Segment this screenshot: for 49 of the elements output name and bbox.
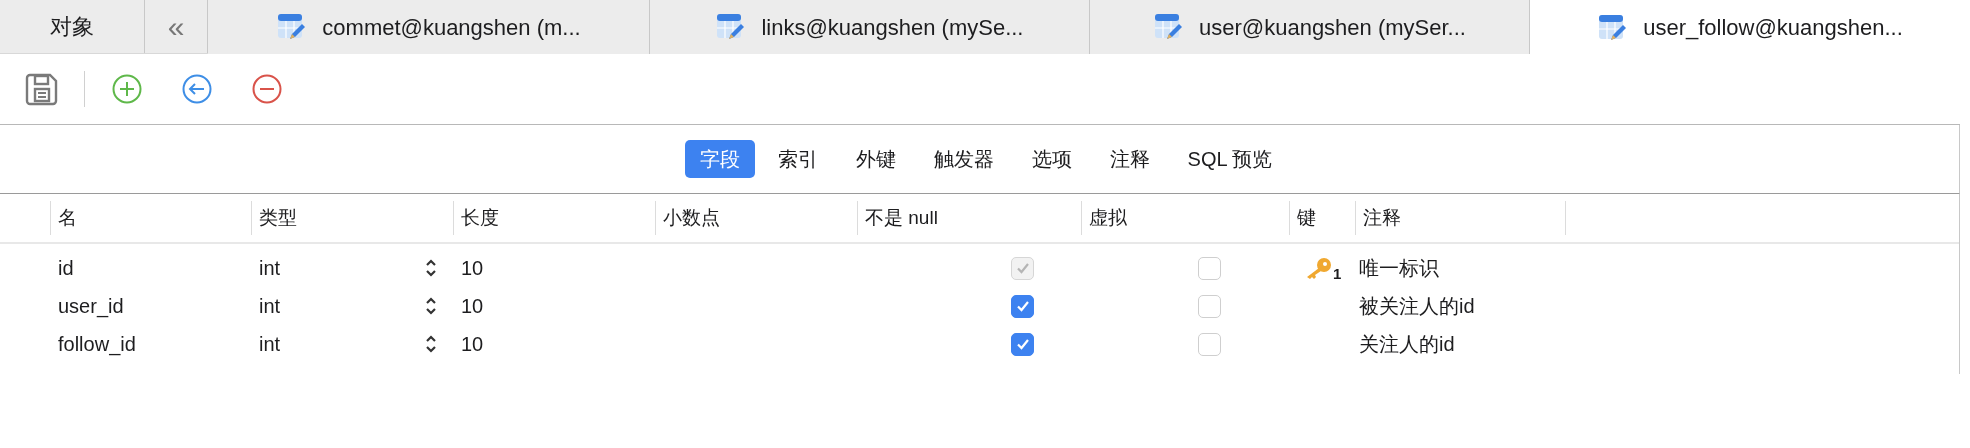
table-edit-icon <box>1153 12 1184 42</box>
field-comment: 被关注人的id <box>1359 294 1475 319</box>
key-icon <box>1305 257 1333 279</box>
document-tab[interactable]: commet@kuangshen (m... <box>208 0 650 54</box>
document-tab[interactable]: user_follow@kuangshen... <box>1530 0 1970 55</box>
object-tab[interactable]: 对象 <box>0 0 145 53</box>
key-number: 1 <box>1333 263 1342 284</box>
field-name: follow_id <box>58 332 136 358</box>
field-type: int <box>259 294 281 319</box>
field-type: int <box>259 332 281 357</box>
column-header: 类型 <box>259 205 297 230</box>
section-tab[interactable]: 字段 <box>684 140 755 178</box>
section-tab[interactable]: 注释 <box>1094 140 1165 178</box>
column-header: 注释 <box>1363 205 1401 230</box>
field-comment: 关注人的id <box>1359 332 1455 357</box>
field-length: 10 <box>461 332 484 357</box>
table-edit-icon <box>715 12 746 42</box>
section-tab[interactable]: 触发器 <box>918 140 1009 178</box>
stepper-icon[interactable] <box>425 257 437 279</box>
save-icon[interactable] <box>25 72 59 106</box>
column-header: 小数点 <box>663 205 720 230</box>
checkbox[interactable] <box>1198 256 1221 280</box>
section-tab[interactable]: 选项 <box>1016 140 1087 178</box>
field-type: int <box>259 256 281 281</box>
column-header: 虚拟 <box>1089 205 1127 230</box>
checkbox[interactable] <box>1011 332 1034 356</box>
stepper-icon[interactable] <box>425 333 437 355</box>
section-tab[interactable]: 外键 <box>840 140 911 178</box>
column-header: 长度 <box>461 205 499 230</box>
field-name: user_id <box>58 294 124 320</box>
section-tab[interactable]: 索引 <box>762 140 833 178</box>
remove-icon[interactable] <box>252 74 282 104</box>
column-header: 不是 null <box>865 205 938 230</box>
field-name: id <box>58 256 74 281</box>
field-length: 10 <box>461 256 484 281</box>
document-tab[interactable]: user@kuangshen (mySer... <box>1090 0 1530 54</box>
stepper-icon[interactable] <box>425 295 437 317</box>
column-header: 键 <box>1297 205 1316 230</box>
document-tab[interactable]: links@kuangshen (mySe... <box>650 0 1090 54</box>
section-tab[interactable]: SQL 预览 <box>1172 140 1288 178</box>
checkbox[interactable] <box>1011 294 1034 318</box>
table-edit-icon <box>276 12 307 42</box>
checkbox[interactable] <box>1198 332 1221 356</box>
add-icon[interactable] <box>112 74 142 104</box>
field-comment: 唯一标识 <box>1359 256 1439 281</box>
column-header: 名 <box>58 205 77 230</box>
field-length: 10 <box>461 294 484 319</box>
table-edit-icon <box>1597 12 1628 43</box>
checkbox[interactable] <box>1198 294 1221 318</box>
